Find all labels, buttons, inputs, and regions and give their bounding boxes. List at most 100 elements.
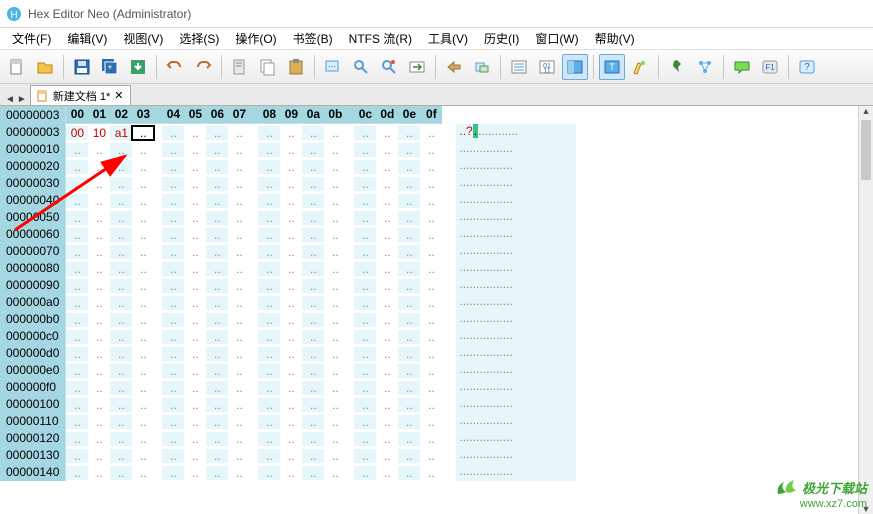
- hex-byte[interactable]: ..: [376, 398, 398, 412]
- hex-byte[interactable]: ..: [184, 347, 206, 361]
- hex-byte[interactable]: ..: [420, 143, 442, 157]
- hex-byte[interactable]: ..: [184, 143, 206, 157]
- hex-byte[interactable]: ..: [66, 398, 88, 412]
- ascii-cell[interactable]: ................: [456, 362, 576, 379]
- ascii-cell[interactable]: ................: [456, 226, 576, 243]
- ascii-column[interactable]: ..?.....................................…: [456, 106, 576, 514]
- scroll-up-icon[interactable]: ▲: [859, 106, 873, 116]
- hex-byte[interactable]: ..: [206, 245, 228, 259]
- hex-byte[interactable]: ..: [184, 279, 206, 293]
- hex-byte[interactable]: ..: [324, 143, 346, 157]
- hex-byte[interactable]: ..: [228, 228, 250, 242]
- hex-byte[interactable]: ..: [398, 228, 420, 242]
- hex-byte[interactable]: ..: [280, 415, 302, 429]
- hex-byte[interactable]: ..: [302, 313, 324, 327]
- hex-byte[interactable]: ..: [258, 398, 280, 412]
- hex-row[interactable]: ................................: [66, 226, 442, 243]
- hex-byte[interactable]: ..: [66, 279, 88, 293]
- hex-byte[interactable]: ..: [420, 313, 442, 327]
- hex-byte[interactable]: ..: [258, 160, 280, 174]
- hex-byte[interactable]: ..: [110, 177, 132, 191]
- hex-byte[interactable]: ..: [420, 228, 442, 242]
- hex-byte[interactable]: ..: [324, 381, 346, 395]
- hex-byte[interactable]: ..: [228, 364, 250, 378]
- menu-item[interactable]: 操作(O): [227, 28, 284, 49]
- hex-byte[interactable]: ..: [162, 330, 184, 344]
- nav-fwd-button[interactable]: [469, 54, 495, 80]
- hex-byte[interactable]: ..: [324, 449, 346, 463]
- hex-byte[interactable]: ..: [302, 347, 324, 361]
- hex-byte[interactable]: ..: [228, 415, 250, 429]
- hex-byte[interactable]: ..: [354, 398, 376, 412]
- hex-byte[interactable]: a1: [110, 126, 132, 140]
- pin-button[interactable]: [664, 54, 690, 80]
- hex-byte[interactable]: ..: [66, 262, 88, 276]
- hex-byte[interactable]: ..: [398, 279, 420, 293]
- hex-byte[interactable]: ..: [88, 398, 110, 412]
- hex-byte[interactable]: ..: [420, 449, 442, 463]
- hex-byte[interactable]: ..: [206, 432, 228, 446]
- hex-byte[interactable]: ..: [110, 262, 132, 276]
- hex-byte[interactable]: ..: [302, 262, 324, 276]
- hex-byte[interactable]: ..: [258, 313, 280, 327]
- hex-byte[interactable]: ..: [280, 228, 302, 242]
- hex-byte[interactable]: ..: [376, 228, 398, 242]
- hex-byte[interactable]: ..: [184, 194, 206, 208]
- ascii-cell[interactable]: ................: [456, 141, 576, 158]
- hex-byte[interactable]: ..: [184, 432, 206, 446]
- hex-byte[interactable]: ..: [110, 296, 132, 310]
- hex-byte[interactable]: ..: [280, 313, 302, 327]
- hex-byte[interactable]: ..: [88, 415, 110, 429]
- hex-row[interactable]: ................................: [66, 175, 442, 192]
- hex-byte[interactable]: ..: [228, 398, 250, 412]
- ascii-cell[interactable]: ................: [456, 260, 576, 277]
- goto-button[interactable]: [404, 54, 430, 80]
- hex-byte[interactable]: ..: [280, 279, 302, 293]
- hex-byte[interactable]: ..: [228, 381, 250, 395]
- hex-byte[interactable]: ..: [206, 296, 228, 310]
- ascii-cell[interactable]: ................: [456, 430, 576, 447]
- hex-byte[interactable]: ..: [354, 330, 376, 344]
- hex-byte[interactable]: ..: [398, 449, 420, 463]
- hex-byte[interactable]: ..: [132, 279, 154, 293]
- hex-byte[interactable]: ..: [258, 245, 280, 259]
- menu-item[interactable]: NTFS 流(R): [341, 28, 420, 49]
- hex-byte[interactable]: ..: [302, 296, 324, 310]
- hex-byte[interactable]: ..: [302, 432, 324, 446]
- hex-byte[interactable]: ..: [258, 415, 280, 429]
- hex-byte[interactable]: ..: [228, 194, 250, 208]
- hex-byte[interactable]: ..: [376, 194, 398, 208]
- hex-row[interactable]: 0010a1..........................: [66, 124, 442, 141]
- hex-byte[interactable]: ..: [376, 262, 398, 276]
- hex-byte[interactable]: ..: [280, 296, 302, 310]
- hex-byte[interactable]: ..: [184, 313, 206, 327]
- hex-byte[interactable]: ..: [162, 194, 184, 208]
- hex-byte[interactable]: ..: [302, 143, 324, 157]
- hex-byte[interactable]: ..: [398, 194, 420, 208]
- hex-row[interactable]: ................................: [66, 413, 442, 430]
- hex-row[interactable]: ................................: [66, 209, 442, 226]
- menu-item[interactable]: 文件(F): [4, 28, 59, 49]
- menu-item[interactable]: 窗口(W): [527, 28, 586, 49]
- tab-prev-icon[interactable]: ◄: [4, 94, 16, 105]
- hex-byte[interactable]: ..: [258, 347, 280, 361]
- hex-byte[interactable]: ..: [184, 466, 206, 480]
- hex-byte[interactable]: ..: [228, 347, 250, 361]
- hex-byte[interactable]: ..: [132, 381, 154, 395]
- hex-byte[interactable]: ..: [354, 194, 376, 208]
- hex-byte[interactable]: ..: [162, 228, 184, 242]
- hex-byte[interactable]: ..: [324, 296, 346, 310]
- new-button[interactable]: [4, 54, 30, 80]
- hex-byte[interactable]: 10: [88, 126, 110, 140]
- hex-byte[interactable]: ..: [420, 194, 442, 208]
- ascii-cell[interactable]: ................: [456, 209, 576, 226]
- chat-button[interactable]: [729, 54, 755, 80]
- export-button[interactable]: [125, 54, 151, 80]
- ascii-cell[interactable]: ................: [456, 175, 576, 192]
- ascii-cell[interactable]: ................: [456, 396, 576, 413]
- hex-byte[interactable]: ..: [280, 398, 302, 412]
- hex-byte[interactable]: ..: [184, 330, 206, 344]
- hex-byte[interactable]: ..: [398, 126, 420, 140]
- hex-byte[interactable]: ..: [132, 415, 154, 429]
- hex-byte[interactable]: ..: [420, 364, 442, 378]
